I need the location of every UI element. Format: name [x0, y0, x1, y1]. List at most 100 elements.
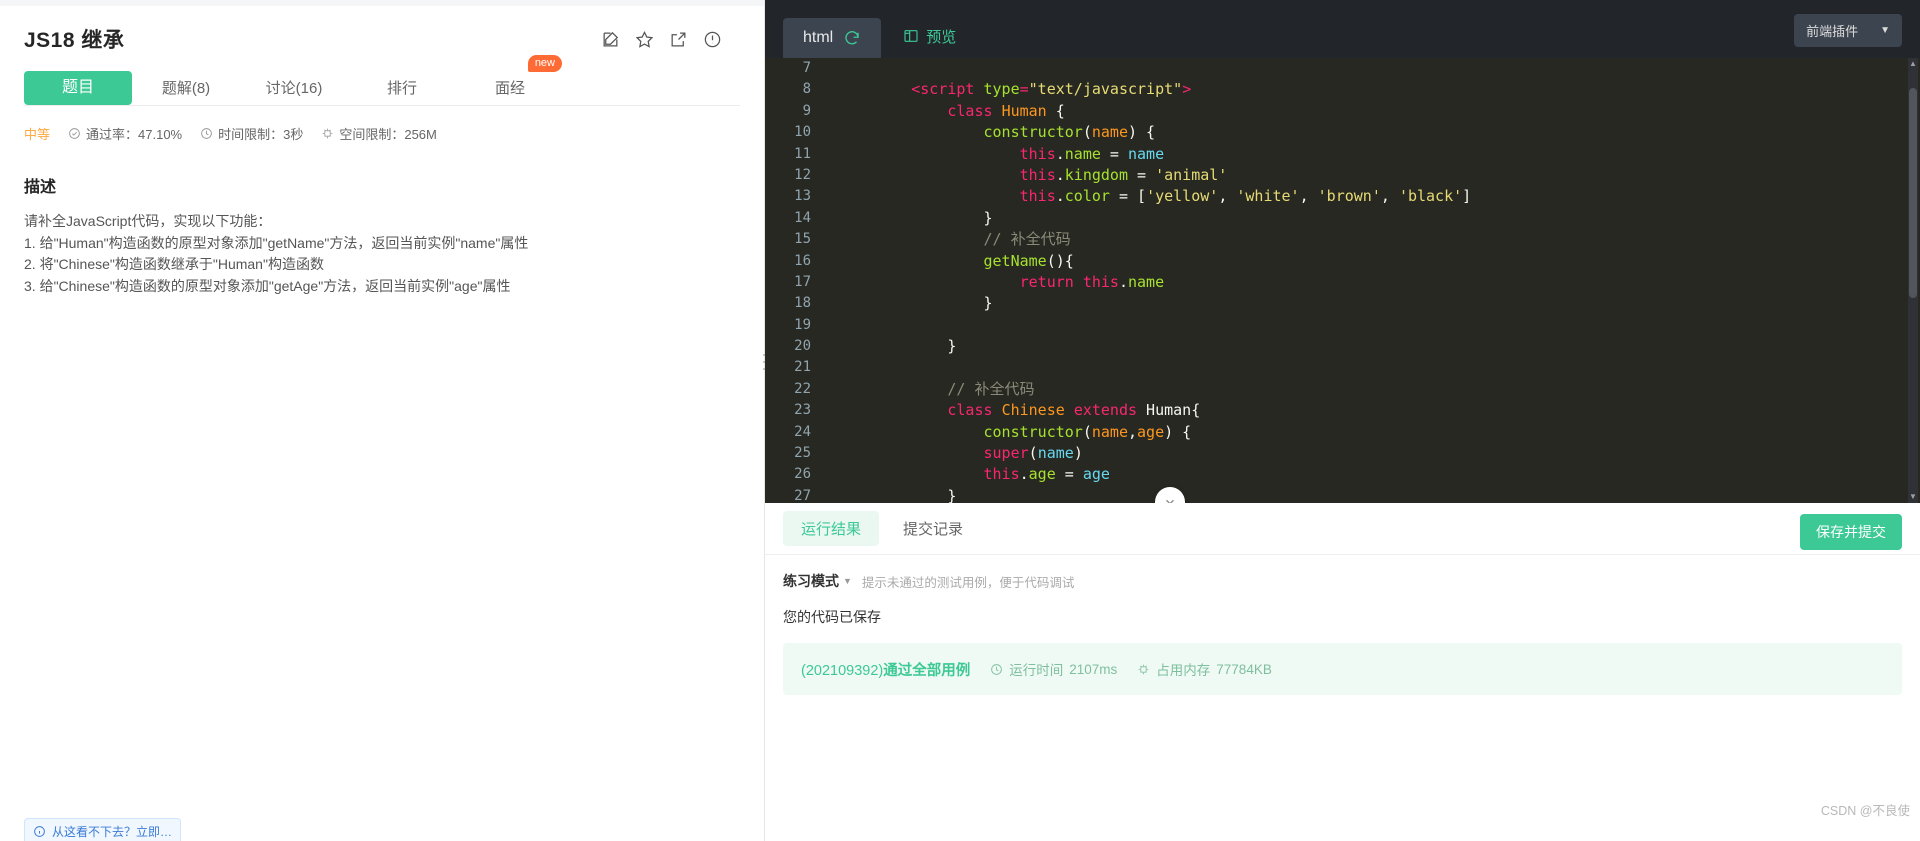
line-number: 27: [765, 486, 823, 503]
tab-submission-history[interactable]: 提交记录: [885, 511, 981, 546]
line-number: 23: [765, 400, 823, 421]
code-line[interactable]: }: [823, 208, 1920, 229]
code-line[interactable]: // 补全代码: [823, 379, 1920, 400]
practice-mode-selector[interactable]: 练习模式: [783, 571, 839, 591]
result-summary-box: (202109392)通过全部用例 运行时间 2107ms 占用内存 77784…: [783, 643, 1902, 695]
editor-panel: html 预览 前端插件 ▼ 7891011121314151617181920…: [765, 0, 1920, 841]
runtime-label: 运行时间: [1009, 659, 1063, 679]
line-number: 13: [765, 186, 823, 207]
columns-icon: [903, 28, 919, 44]
code-line[interactable]: }: [823, 293, 1920, 314]
code-line[interactable]: // 补全代码: [823, 229, 1920, 250]
line-number: 19: [765, 315, 823, 336]
code-line[interactable]: this.name = name: [823, 144, 1920, 165]
code-line[interactable]: return this.name: [823, 272, 1920, 293]
language-tab-label: html: [803, 29, 833, 47]
problem-panel: JS18 继承: [0, 0, 765, 841]
scroll-down-arrow[interactable]: ▼: [1909, 493, 1917, 501]
description-line-3: 3. 给"Chinese"构造函数的原型对象添加"getAge"方法，返回当前实…: [24, 276, 740, 298]
check-circle-icon: [68, 127, 81, 140]
report-icon[interactable]: [703, 30, 722, 49]
runtime-value: 2107ms: [1069, 662, 1117, 677]
editor-header: html 预览 前端插件 ▼: [765, 0, 1920, 58]
result-status-link[interactable]: (202109392)通过全部用例: [801, 659, 970, 680]
share-icon[interactable]: [669, 30, 688, 49]
problem-meta: 中等 通过率：47.10% 时间限制：3秒 空间限制：256M: [24, 124, 740, 143]
code-line[interactable]: constructor(name,age) {: [823, 422, 1920, 443]
code-scrollbar-thumb[interactable]: [1909, 88, 1917, 298]
line-number-gutter: 789101112131415161718192021222324252627: [765, 58, 823, 503]
runtime-info: 运行时间 2107ms: [990, 659, 1117, 679]
bottom-notice[interactable]: 从这看不下去？立即…: [24, 818, 181, 841]
line-number: 26: [765, 464, 823, 485]
saved-status-text: 您的代码已保存: [765, 591, 1920, 627]
plugin-dropdown[interactable]: 前端插件 ▼: [1794, 14, 1902, 47]
line-number: 18: [765, 293, 823, 314]
code-line[interactable]: this.color = ['yellow', 'white', 'brown'…: [823, 186, 1920, 207]
tab-wrap-0: 题目: [24, 71, 132, 105]
code-line[interactable]: [823, 315, 1920, 336]
chevron-down-icon: ▼: [1880, 25, 1890, 36]
line-number: 20: [765, 336, 823, 357]
result-id: (202109392): [801, 663, 883, 679]
code-line[interactable]: class Chinese extends Human{: [823, 400, 1920, 421]
preview-button[interactable]: 预览: [903, 26, 956, 47]
pane-resize-handle[interactable]: [760, 352, 768, 372]
code-line[interactable]: this.age = age: [823, 464, 1920, 485]
line-number: 17: [765, 272, 823, 293]
description-body: 请补全JavaScript代码，实现以下功能： 1. 给"Human"构造函数的…: [24, 211, 740, 297]
tab-solutions[interactable]: 题解(8): [132, 73, 240, 105]
code-line[interactable]: [823, 357, 1920, 378]
tab-wrap-3: 排行: [348, 73, 456, 105]
scroll-up-arrow[interactable]: ▲: [1909, 60, 1917, 68]
code-line[interactable]: getName(){: [823, 251, 1920, 272]
line-number: 24: [765, 422, 823, 443]
description-line-0: 请补全JavaScript代码，实现以下功能：: [24, 211, 740, 233]
star-icon[interactable]: [635, 30, 654, 49]
difficulty-badge: 中等: [24, 124, 50, 143]
clock-icon: [990, 663, 1003, 676]
result-status: 通过全部用例: [883, 663, 970, 679]
code-line[interactable]: class Human {: [823, 101, 1920, 122]
line-number: 21: [765, 357, 823, 378]
refresh-icon[interactable]: [843, 29, 861, 47]
line-number: 14: [765, 208, 823, 229]
code-line[interactable]: <script type="text/javascript">: [823, 79, 1920, 100]
language-tab[interactable]: html: [783, 18, 881, 58]
new-badge: new: [528, 55, 562, 72]
meta-pass-rate: 通过率：47.10%: [68, 124, 182, 143]
meta-time-limit-label: 时间限制：3秒: [218, 124, 303, 143]
tab-discussion[interactable]: 讨论(16): [240, 73, 348, 105]
problem-tabs: 题目 题解(8) 讨论(16) 排行 面经 new: [24, 68, 740, 106]
memory-value: 77784KB: [1216, 662, 1272, 677]
code-line[interactable]: super(name): [823, 443, 1920, 464]
caret-down-icon[interactable]: ▼: [843, 576, 852, 586]
code-lines[interactable]: <script type="text/javascript"> class Hu…: [823, 58, 1920, 503]
tab-interview[interactable]: 面经: [456, 73, 564, 105]
code-scrollbar[interactable]: ▲ ▼: [1908, 58, 1918, 503]
code-line[interactable]: this.kingdom = 'animal': [823, 165, 1920, 186]
memory-icon: [321, 127, 334, 140]
code-line[interactable]: }: [823, 486, 1920, 503]
tab-run-result[interactable]: 运行结果: [783, 511, 879, 546]
memory-icon: [1137, 663, 1150, 676]
meta-space-limit: 空间限制：256M: [321, 124, 437, 143]
watermark: CSDN @不良使: [1821, 800, 1910, 819]
code-editor[interactable]: 789101112131415161718192021222324252627 …: [765, 58, 1920, 503]
line-number: 9: [765, 101, 823, 122]
save-and-submit-button[interactable]: 保存并提交: [1800, 514, 1902, 550]
line-number: 10: [765, 122, 823, 143]
code-line[interactable]: }: [823, 336, 1920, 357]
code-line[interactable]: [823, 58, 1920, 79]
edit-icon[interactable]: [601, 30, 620, 49]
tab-problem[interactable]: 题目: [24, 71, 132, 105]
code-line[interactable]: constructor(name) {: [823, 122, 1920, 143]
line-number: 8: [765, 79, 823, 100]
problem-header: JS18 继承: [24, 6, 740, 54]
preview-label: 预览: [926, 26, 956, 47]
info-icon: [33, 825, 46, 838]
memory-label: 占用内存: [1156, 659, 1210, 679]
tab-ranking[interactable]: 排行: [348, 73, 456, 105]
mode-row: 练习模式 ▼ 提示未通过的测试用例，便于代码调试: [765, 555, 1920, 591]
line-number: 22: [765, 379, 823, 400]
